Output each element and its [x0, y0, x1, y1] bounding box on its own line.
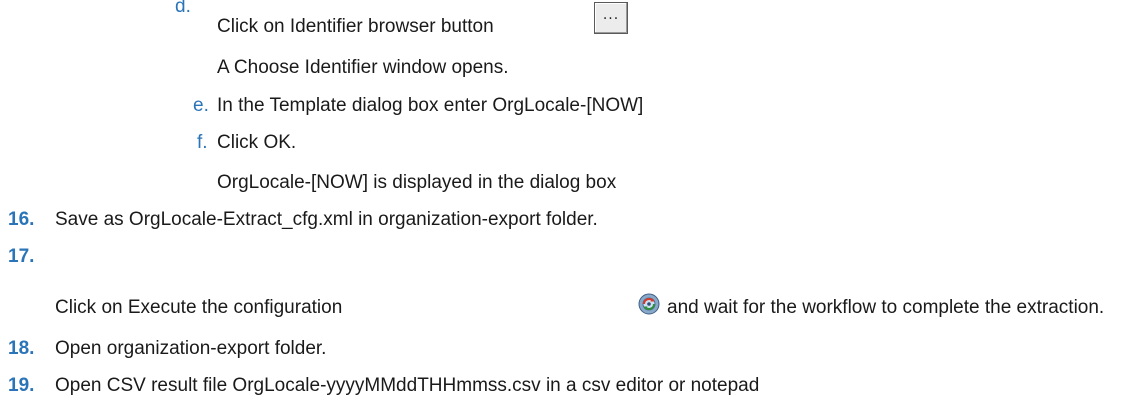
step-d-text: Click on Identifier browser button — [217, 16, 494, 37]
step-d-note: A Choose Identifier window opens. — [217, 57, 509, 78]
step-d-letter: d. — [175, 0, 191, 17]
step-f-note: OrgLocale-[NOW] is displayed in the dial… — [217, 172, 617, 193]
step-f-letter: f. — [197, 132, 208, 153]
step-17-text-after: and wait for the workflow to complete th… — [667, 297, 1105, 318]
step-16-text: Save as OrgLocale-Extract_cfg.xml in org… — [55, 209, 598, 230]
execute-configuration-icon — [638, 293, 660, 315]
step-17-text-before: Click on Execute the configuration — [55, 297, 343, 318]
step-18-text: Open organization-export folder. — [55, 338, 327, 359]
step-e-text: In the Template dialog box enter OrgLoca… — [217, 95, 644, 116]
step-16-number: 16. — [8, 209, 35, 230]
ellipsis-browse-icon: ... — [602, 7, 620, 23]
step-19-text: Open CSV result file OrgLocale-yyyyMMddT… — [55, 375, 760, 396]
step-18-number: 18. — [8, 338, 35, 359]
step-e-letter: e. — [193, 95, 209, 116]
step-19-number: 19. — [8, 375, 35, 396]
step-f-text: Click OK. — [217, 132, 297, 153]
step-17-number: 17. — [8, 246, 35, 267]
identifier-browser-button[interactable]: ... — [594, 2, 628, 34]
